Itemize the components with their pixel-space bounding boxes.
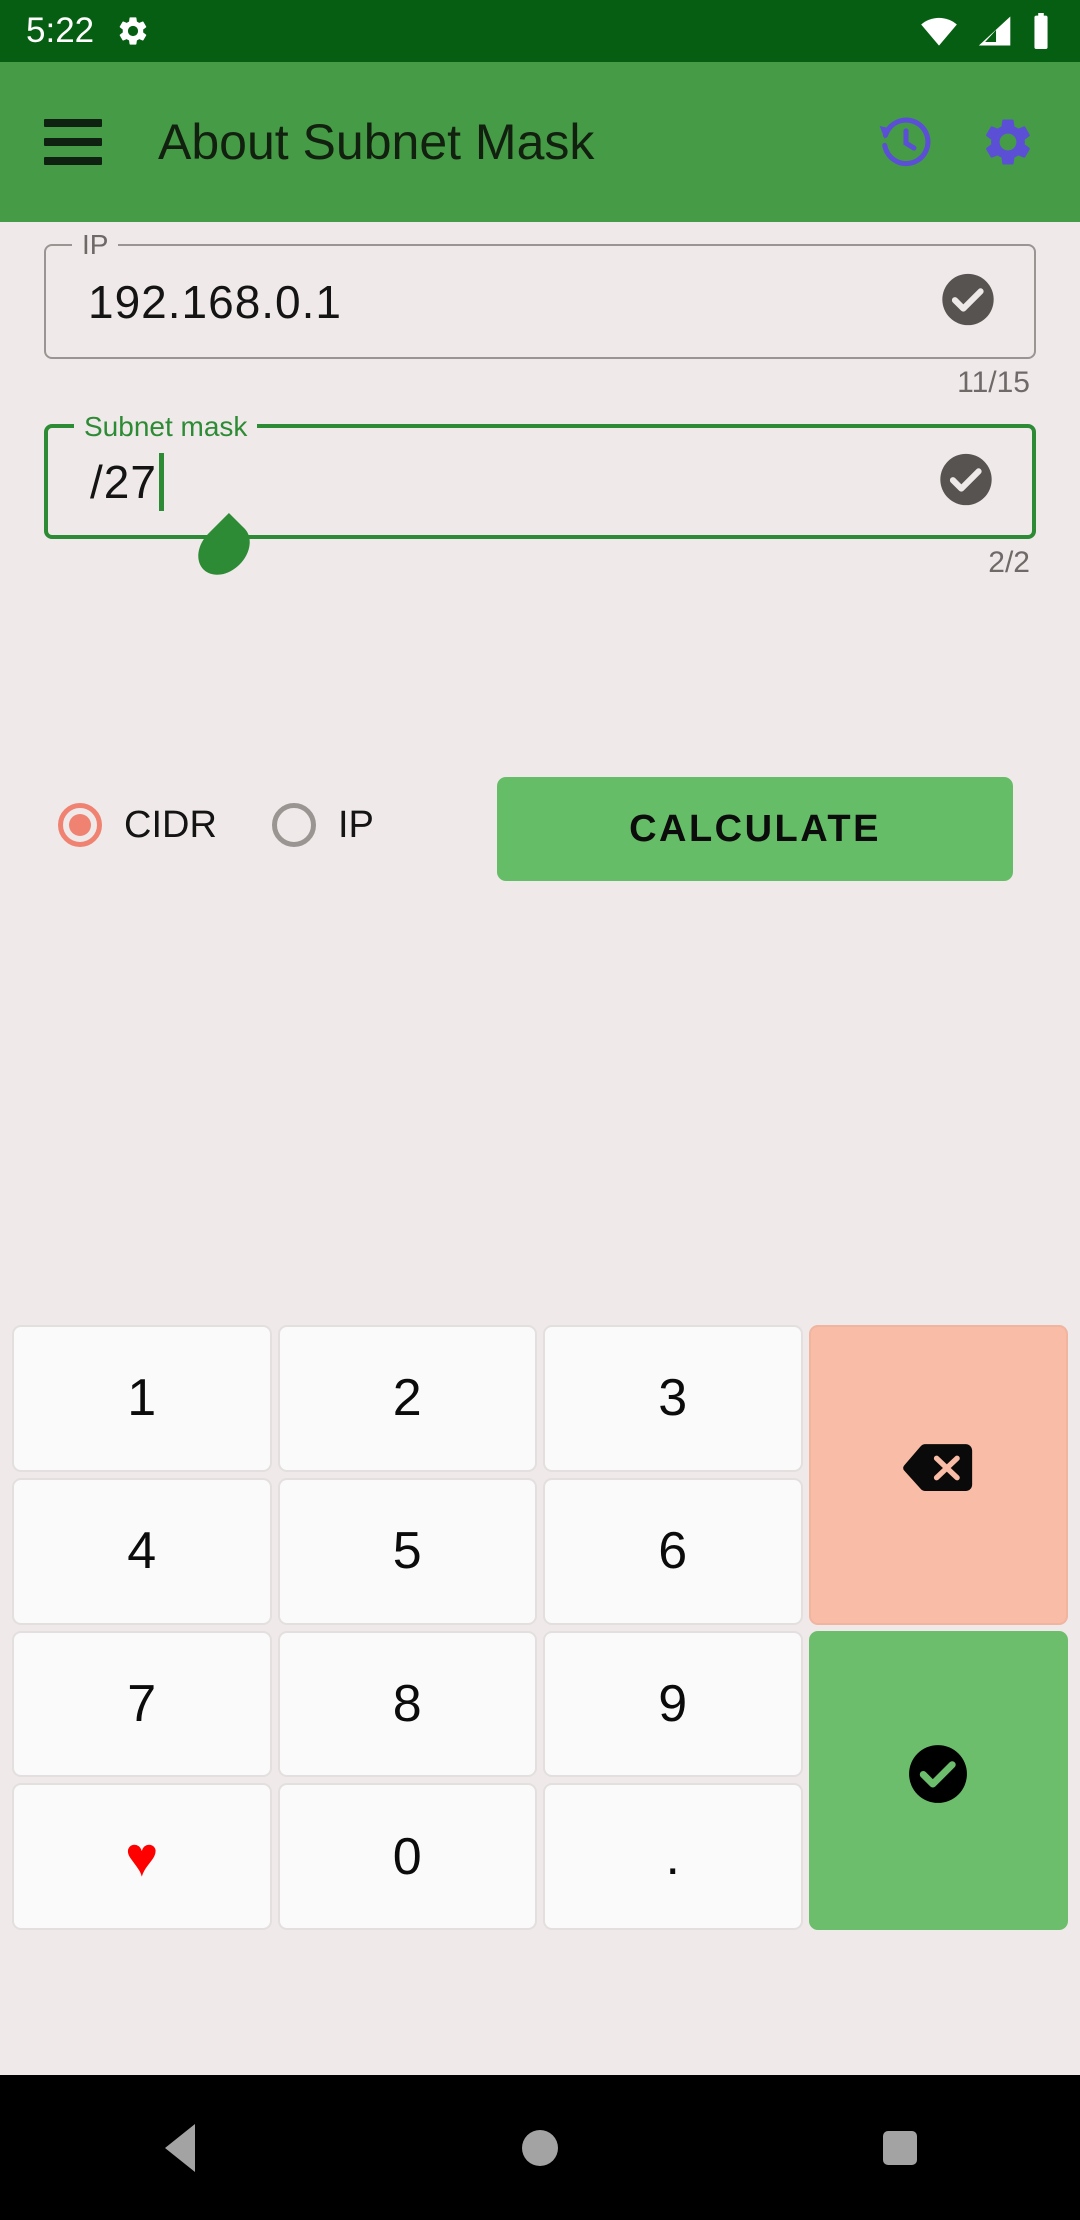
radio-label-ip: IP: [338, 803, 374, 846]
status-bar: 5:22: [0, 0, 1080, 62]
settings-gear-icon[interactable]: [978, 112, 1038, 172]
radio-dot-icon: [69, 814, 91, 836]
page-title: About Subnet Mask: [158, 114, 595, 170]
key-9[interactable]: 9: [543, 1630, 803, 1778]
cell-signal-icon: [976, 14, 1014, 48]
home-button[interactable]: [480, 2088, 600, 2208]
home-icon: [522, 2129, 558, 2166]
subnet-field-counter: 2/2: [988, 546, 1030, 579]
ip-field-counter: 11/15: [957, 366, 1030, 399]
status-bar-left: 5:22: [0, 11, 150, 51]
backspace-icon: [901, 1440, 975, 1509]
ip-field-value: 192.168.0.1: [88, 275, 343, 328]
key-3[interactable]: 3: [543, 1325, 803, 1472]
key-5[interactable]: 5: [277, 1477, 537, 1625]
numeric-keypad: 1 2 3 4 5 6 7 8 9 ♥ 0 .: [0, 1315, 1080, 1940]
wifi-icon: [918, 14, 960, 48]
history-icon[interactable]: [876, 112, 936, 172]
text-caret: [158, 452, 164, 511]
subnet-field-label: Subnet mask: [74, 412, 258, 442]
hamburger-menu-icon[interactable]: [44, 110, 108, 174]
text-selection-handle[interactable]: [187, 512, 261, 586]
key-7[interactable]: 7: [12, 1630, 272, 1778]
options-row: CIDR IP CALCULATE: [0, 777, 1080, 887]
radio-circle-icon: [58, 803, 102, 847]
key-heart[interactable]: ♥: [12, 1783, 272, 1930]
backspace-key[interactable]: [808, 1325, 1068, 1625]
menu-line: [44, 119, 102, 127]
gear-icon: [116, 14, 150, 48]
recents-icon: [883, 2130, 917, 2165]
radio-label-cidr: CIDR: [124, 803, 217, 846]
check-circle-icon[interactable]: [938, 451, 994, 512]
menu-line: [44, 138, 102, 146]
ip-field-label: IP: [72, 230, 119, 260]
key-6[interactable]: 6: [543, 1477, 803, 1625]
key-8[interactable]: 8: [277, 1630, 537, 1778]
android-navigation-bar: [0, 2075, 1080, 2220]
back-icon: [165, 2123, 195, 2172]
ip-input[interactable]: IP 192.168.0.1: [44, 230, 1036, 359]
ip-field-group: IP 192.168.0.1 11/15: [44, 230, 1036, 399]
menu-line: [44, 157, 102, 165]
subnet-field-group: Subnet mask /27 2/2: [44, 412, 1036, 586]
key-dot[interactable]: .: [543, 1783, 803, 1930]
battery-icon: [1030, 13, 1052, 49]
status-bar-clock: 5:22: [26, 11, 95, 50]
subnet-field-value: /27: [90, 452, 164, 511]
recents-button[interactable]: [840, 2088, 960, 2208]
key-2[interactable]: 2: [277, 1325, 537, 1472]
check-circle-icon[interactable]: [940, 271, 996, 332]
phone-screen: 5:22 About Subnet Mask IP 192.168.0.1 11…: [0, 0, 1080, 2220]
enter-key[interactable]: [808, 1630, 1068, 1930]
key-4[interactable]: 4: [12, 1477, 272, 1625]
key-0[interactable]: 0: [277, 1783, 537, 1930]
back-button[interactable]: [120, 2088, 240, 2208]
status-bar-right: [918, 13, 1080, 49]
radio-option-cidr[interactable]: CIDR: [58, 803, 217, 847]
app-bar-actions: [876, 112, 1080, 172]
calculate-button[interactable]: CALCULATE: [497, 777, 1013, 881]
radio-circle-icon: [272, 803, 316, 847]
subnet-mask-input[interactable]: Subnet mask /27: [44, 412, 1036, 586]
radio-option-ip[interactable]: IP: [272, 803, 374, 847]
check-circle-icon: [907, 1743, 969, 1818]
key-1[interactable]: 1: [12, 1325, 272, 1472]
app-bar: About Subnet Mask: [0, 62, 1080, 222]
